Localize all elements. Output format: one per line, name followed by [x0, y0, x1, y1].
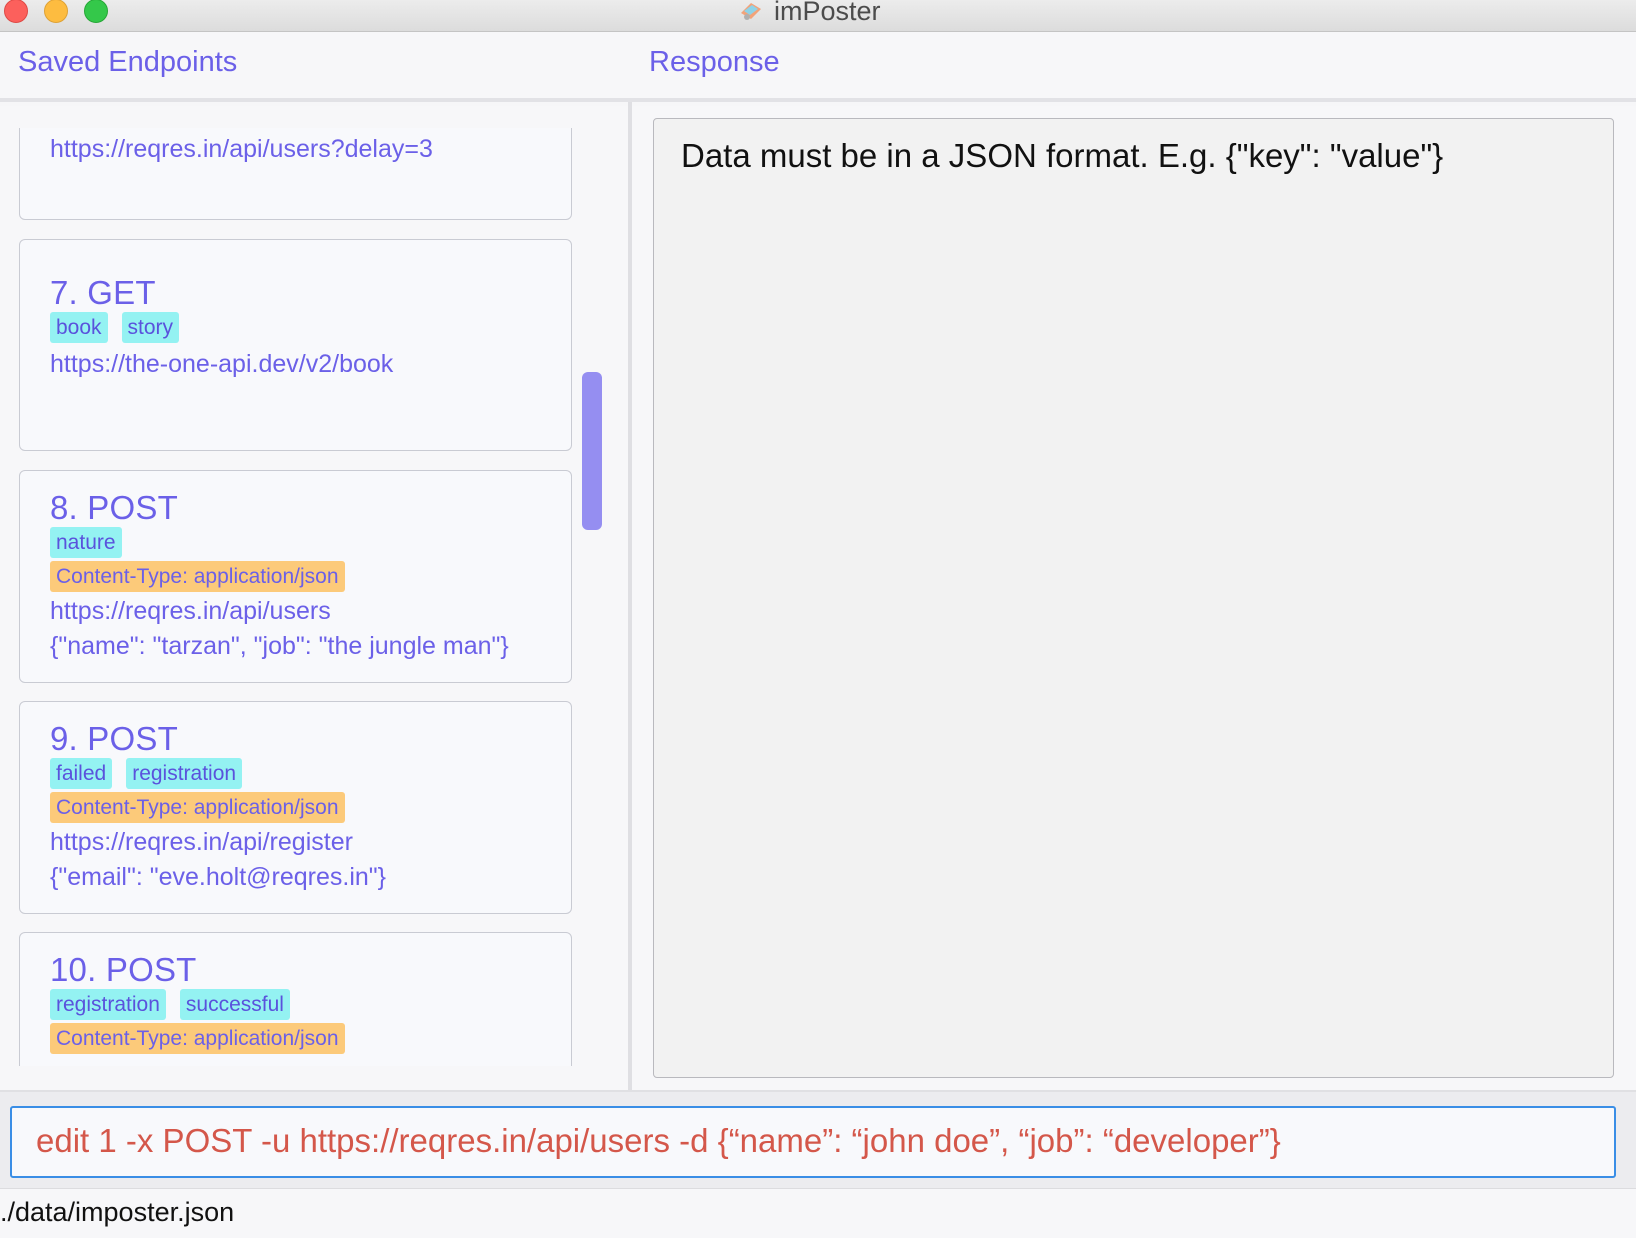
endpoint-header-tag: Content-Type: application/json: [50, 1023, 345, 1054]
endpoint-card[interactable]: https://reqres.in/api/users?delay=3: [19, 128, 572, 220]
data-file-path: ./data/imposter.json: [0, 1197, 235, 1227]
window-maximize-button[interactable]: [84, 0, 108, 23]
endpoint-card[interactable]: 8. POST nature Content-Type: application…: [19, 470, 572, 683]
endpoint-index: 10.: [50, 951, 97, 988]
window-title: imPoster: [738, 0, 881, 27]
endpoint-list-scrollbar[interactable]: [582, 372, 602, 530]
command-area: edit 1 -x POST -u https://reqres.in/api/…: [0, 1090, 1636, 1188]
endpoint-title: 7. GET: [50, 274, 156, 312]
window-titlebar: imPoster: [0, 0, 1636, 32]
endpoint-body: {"email": "eve.holt@reqres.in"}: [50, 863, 387, 891]
command-input-text: edit 1 -x POST -u https://reqres.in/api/…: [36, 1122, 1281, 1159]
imposter-logo-icon: [738, 0, 764, 23]
endpoint-card[interactable]: 7. GET book story https://the-one-api.de…: [19, 239, 572, 451]
endpoint-body: {"name": "tarzan", "job": "the jungle ma…: [50, 632, 509, 660]
endpoint-tag: registration: [50, 989, 166, 1020]
endpoint-header-tag: Content-Type: application/json: [50, 792, 345, 823]
endpoint-method: POST: [105, 951, 197, 988]
endpoint-list-panel: https://reqres.in/api/users?delay=3 7. G…: [0, 106, 628, 1090]
panel-headers: Saved Endpoints Response: [0, 32, 1636, 102]
endpoint-card[interactable]: 10. POST registration successful Content…: [19, 932, 572, 1066]
window-minimize-button[interactable]: [44, 0, 68, 23]
endpoint-tag: nature: [50, 527, 122, 558]
endpoint-list[interactable]: https://reqres.in/api/users?delay=3 7. G…: [0, 128, 600, 1066]
endpoint-url: https://reqres.in/api/register: [50, 828, 353, 856]
saved-endpoints-heading: Saved Endpoints: [18, 46, 238, 78]
endpoint-tags: failed registration: [50, 758, 243, 789]
endpoint-tag: book: [50, 312, 108, 343]
endpoint-title: 10. POST: [50, 951, 197, 989]
endpoint-method: POST: [87, 489, 178, 526]
endpoint-tags: registration successful: [50, 989, 290, 1020]
endpoint-tag: failed: [50, 758, 113, 789]
window-title-text: imPoster: [774, 0, 881, 26]
endpoint-title: 8. POST: [50, 489, 178, 527]
status-bar: ./data/imposter.json: [0, 1188, 1636, 1238]
response-panel: Data must be in a JSON format. E.g. {"ke…: [632, 106, 1636, 1090]
endpoint-tag: registration: [126, 758, 243, 789]
endpoint-index: 7.: [50, 274, 78, 311]
endpoint-url: https://the-one-api.dev/v2/book: [50, 350, 394, 378]
command-input[interactable]: edit 1 -x POST -u https://reqres.in/api/…: [10, 1106, 1616, 1178]
response-message: Data must be in a JSON format. E.g. {"ke…: [681, 137, 1444, 174]
endpoint-url: https://reqres.in/api/users?delay=3: [50, 135, 433, 163]
endpoint-index: 9.: [50, 720, 78, 757]
endpoint-tag: successful: [179, 989, 290, 1020]
response-display[interactable]: Data must be in a JSON format. E.g. {"ke…: [653, 118, 1614, 1078]
endpoint-title: 9. POST: [50, 720, 178, 758]
endpoint-tags: book story: [50, 312, 180, 343]
endpoint-card[interactable]: 9. POST failed registration Content-Type…: [19, 701, 572, 914]
endpoint-tag: story: [121, 312, 180, 343]
endpoint-method: GET: [87, 274, 156, 311]
endpoint-header-tag: Content-Type: application/json: [50, 561, 345, 592]
endpoint-tags: nature: [50, 527, 122, 558]
endpoint-index: 8.: [50, 489, 78, 526]
window-close-button[interactable]: [4, 0, 28, 23]
endpoint-url: https://reqres.in/api/users: [50, 597, 331, 625]
response-heading: Response: [649, 46, 780, 78]
endpoint-method: POST: [87, 720, 178, 757]
